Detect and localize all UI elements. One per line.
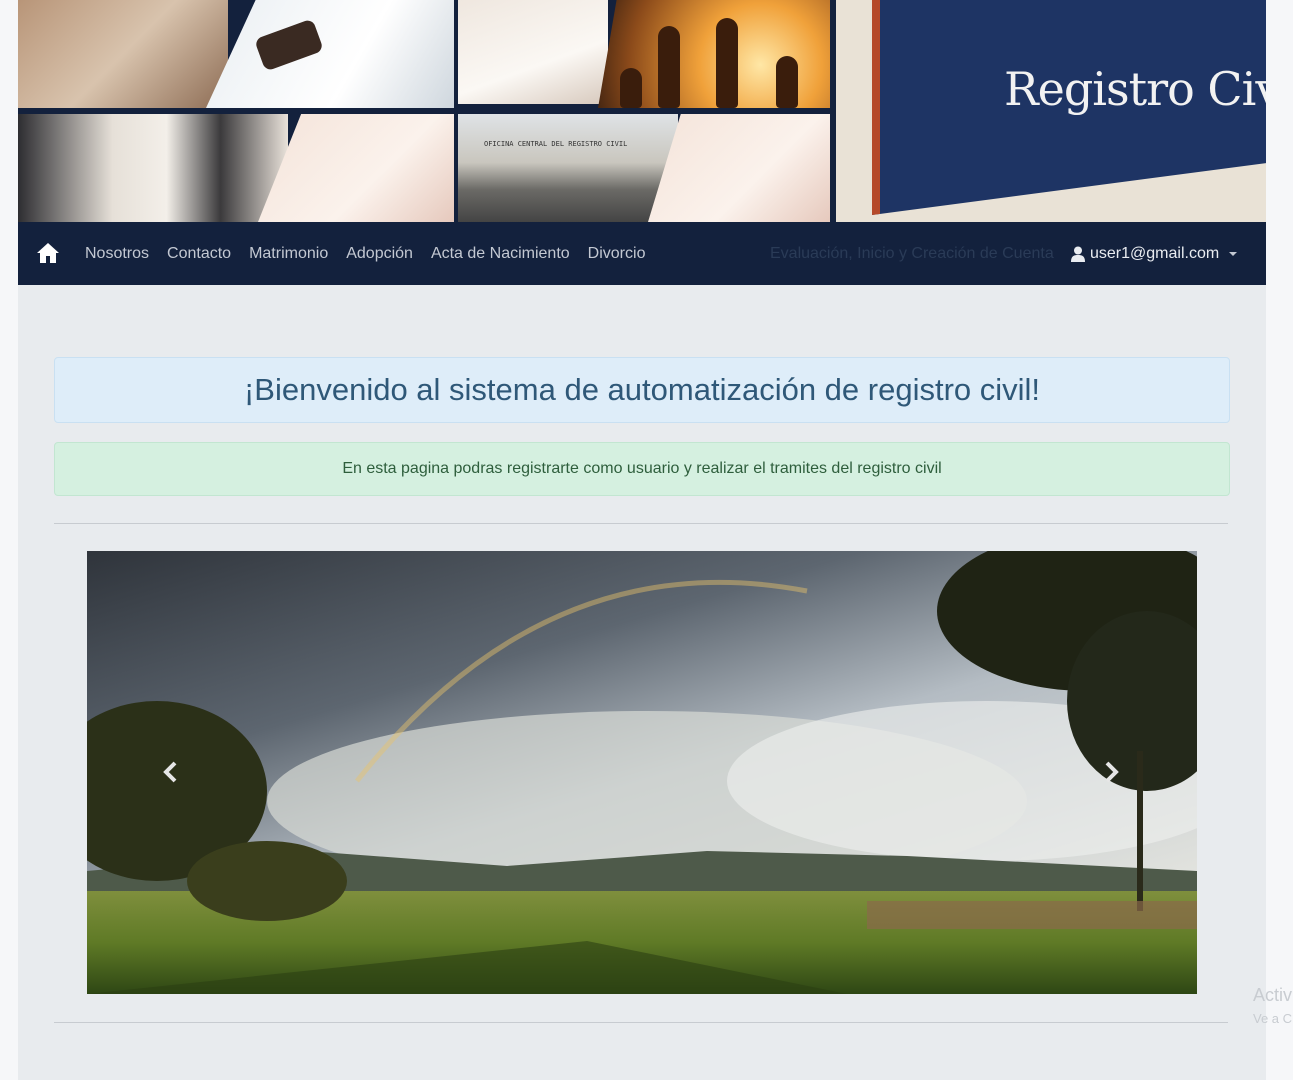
header-banner: OFICINA CENTRAL DEL REGISTRO CIVIL Regis… — [18, 0, 1266, 222]
page: OFICINA CENTRAL DEL REGISTRO CIVIL Regis… — [18, 0, 1266, 1080]
banner-photo-wedding — [18, 114, 288, 222]
carousel-landscape-image — [87, 551, 1197, 994]
chevron-left-icon — [162, 761, 178, 788]
nav-link-contacto[interactable]: Contacto — [167, 245, 231, 263]
family-silhouette — [620, 68, 642, 108]
family-silhouette — [776, 56, 798, 108]
family-silhouette — [658, 26, 680, 108]
welcome-banner: ¡Bienvenido al sistema de automatización… — [54, 357, 1230, 423]
nav-link-matrimonio[interactable]: Matrimonio — [249, 245, 328, 263]
info-text: En esta pagina podras registrarte como u… — [342, 460, 942, 477]
welcome-title: ¡Bienvenido al sistema de automatización… — [243, 372, 1041, 407]
image-carousel — [87, 551, 1197, 994]
nav-link-divorcio[interactable]: Divorcio — [588, 245, 646, 263]
navbar: Nosotros Contacto Matrimonio Adopción Ac… — [18, 222, 1266, 285]
nav-links: Nosotros Contacto Matrimonio Adopción Ac… — [85, 222, 663, 285]
user-email: user1@gmail.com — [1090, 244, 1220, 262]
info-alert: En esta pagina podras registrarte como u… — [54, 442, 1230, 496]
carousel-prev-button[interactable] — [155, 756, 185, 792]
divider — [54, 523, 1228, 524]
banner-photo-building: OFICINA CENTRAL DEL REGISTRO CIVIL — [458, 114, 678, 222]
home-icon[interactable] — [36, 242, 60, 264]
activation-watermark: Activ — [1253, 985, 1293, 1005]
nav-link-adopcion[interactable]: Adopción — [346, 245, 413, 263]
activation-watermark-sub: Ve a C — [1253, 1011, 1293, 1026]
banner-photo-rings — [18, 0, 228, 108]
banner-photo-signing — [458, 0, 608, 104]
banner-sign-text: Registro Civil — [1004, 62, 1266, 116]
gavel-shape — [254, 18, 324, 72]
user-icon — [1071, 246, 1085, 262]
nav-link-nosotros[interactable]: Nosotros — [85, 245, 149, 263]
carousel-next-button[interactable] — [1097, 756, 1127, 792]
family-silhouette — [716, 18, 738, 108]
banner-sign-photo: Registro Civil — [836, 0, 1266, 222]
divider — [54, 1022, 1228, 1023]
banner-photo-family — [598, 0, 830, 108]
nav-link-acta-nacimiento[interactable]: Acta de Nacimiento — [431, 245, 570, 263]
banner-photo-gavel — [206, 0, 454, 108]
user-dropdown[interactable]: user1@gmail.com — [1071, 222, 1238, 285]
nav-faded-link[interactable]: Evaluación, Inicio y Creación de Cuenta — [770, 222, 1054, 285]
caret-down-icon — [1229, 251, 1238, 256]
building-sign: OFICINA CENTRAL DEL REGISTRO CIVIL — [484, 140, 628, 148]
chevron-right-icon — [1104, 761, 1120, 788]
